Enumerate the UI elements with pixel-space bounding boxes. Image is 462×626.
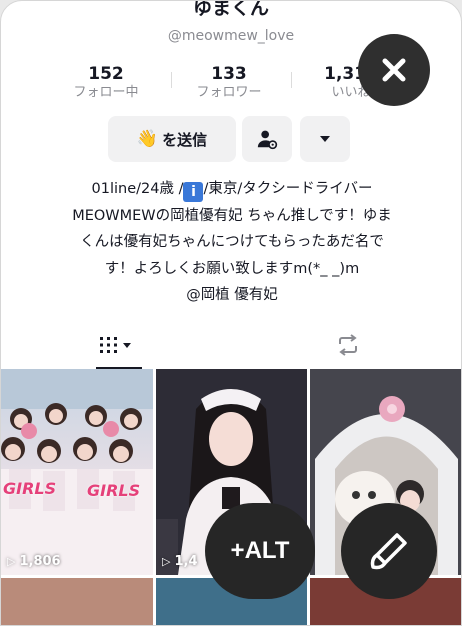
stat-divider xyxy=(291,72,292,88)
more-options-button[interactable] xyxy=(300,116,350,162)
display-name: ゆまくん xyxy=(192,0,269,19)
send-message-label: を送信 xyxy=(162,130,208,149)
thumbnail-image xyxy=(1,369,153,575)
bio-line: MEOWMEWの岡植優有妃 ちゃん推しです！ゆま xyxy=(72,207,392,224)
add-friend-icon xyxy=(257,130,278,150)
play-icon: ▷ xyxy=(7,555,16,568)
tab-videos[interactable] xyxy=(1,321,232,369)
content-tabs xyxy=(1,321,461,369)
caret-down-icon xyxy=(320,136,330,142)
tab-reposts[interactable] xyxy=(232,321,461,369)
close-icon xyxy=(382,58,406,82)
bio-mention[interactable]: @岡植 優有妃 xyxy=(1,282,461,309)
bio: 01line/24歳 / i/東京/タクシードライバー MEOWMEWの岡植優有妃… xyxy=(1,176,461,309)
add-friend-button[interactable] xyxy=(242,116,292,162)
stat-followers[interactable]: 133 フォロワー xyxy=(174,64,284,102)
play-icon: ▷ xyxy=(162,555,171,568)
info-icon: i xyxy=(183,182,204,202)
bio-line: くんは優有妃ちゃんにつけてもらったあだ名で xyxy=(80,234,384,250)
wave-emoji: 👋 xyxy=(136,129,159,149)
video-thumbnail[interactable]: GIRLS GIRLS ▷ 1,806 xyxy=(1,369,153,575)
stat-value: 133 xyxy=(211,64,247,84)
sign-text: GIRLS xyxy=(87,481,141,500)
repost-icon xyxy=(338,334,357,356)
bio-line: す！よろしくお願い致しますm(*_ _)m xyxy=(104,260,360,277)
bio-line: 01line/24歳 / i/東京/タクシードライバー xyxy=(91,181,373,202)
close-button[interactable] xyxy=(358,34,430,106)
video-thumbnail[interactable] xyxy=(1,578,153,625)
grid-icon xyxy=(99,337,131,353)
view-count: ▷ 1,4 xyxy=(162,554,198,569)
stat-following[interactable]: 152 フォロー中 xyxy=(51,64,161,102)
send-message-button[interactable]: 👋 を送信 xyxy=(108,116,236,162)
stat-value: 152 xyxy=(88,64,124,84)
pencil-icon xyxy=(370,533,407,570)
stat-label: フォロー中 xyxy=(73,85,139,100)
sign-text: GIRLS xyxy=(3,479,57,498)
edit-button[interactable] xyxy=(341,503,437,599)
profile-card: ゆまくん @meowmew_love 152 フォロー中 133 フォロワー 1… xyxy=(0,0,462,626)
stat-divider xyxy=(171,72,172,88)
alt-text-button[interactable]: +ALT xyxy=(205,503,315,599)
stat-label: フォロワー xyxy=(196,85,262,100)
view-count: ▷ 1,806 xyxy=(7,554,61,569)
